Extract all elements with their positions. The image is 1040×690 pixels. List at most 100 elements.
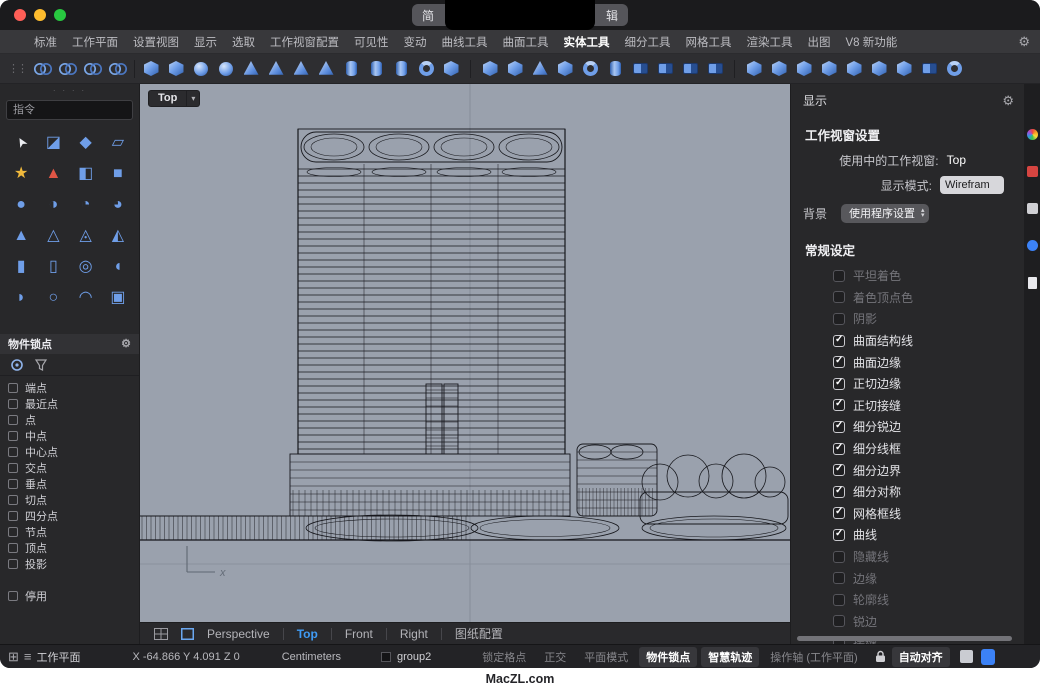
tab-细分工具[interactable]: 细分工具 xyxy=(625,34,671,50)
boolean-union-tool-icon[interactable] xyxy=(629,57,651,81)
quarter-sphere-icon[interactable]: ◔ xyxy=(70,190,102,219)
display-option-边缘[interactable]: 边缘 xyxy=(791,567,1024,589)
extrude-curve-tool-icon[interactable] xyxy=(479,57,501,81)
tube-tool-icon[interactable] xyxy=(365,57,387,81)
checkbox[interactable] xyxy=(8,447,18,457)
maximize-view-icon[interactable] xyxy=(181,628,194,640)
checkbox[interactable] xyxy=(833,615,845,627)
checkbox[interactable] xyxy=(8,543,18,553)
checkbox[interactable] xyxy=(8,527,18,537)
osnap-option-点[interactable]: 点 xyxy=(8,412,139,428)
tab-出图[interactable]: 出图 xyxy=(808,34,831,50)
twist-solid-tool-icon[interactable] xyxy=(943,57,965,81)
checkbox[interactable] xyxy=(833,270,845,282)
current-layer-label[interactable]: group2 xyxy=(397,651,431,663)
checkbox[interactable] xyxy=(833,421,845,433)
layer-color-swatch[interactable] xyxy=(381,652,391,662)
tab-网格工具[interactable]: 网格工具 xyxy=(686,34,732,50)
wire-cut-tool-icon[interactable] xyxy=(818,57,840,81)
viewport-top[interactable]: x Top ▾ xyxy=(140,84,790,622)
rail-revolve-tool-icon[interactable] xyxy=(579,57,601,81)
osnap-option-disable[interactable]: 停用 xyxy=(8,588,139,604)
cylinder-icon[interactable]: ▮ xyxy=(5,252,37,281)
display-option-正切边缘[interactable]: 正切边缘 xyxy=(791,373,1024,395)
tab-工作视窗配置[interactable]: 工作视窗配置 xyxy=(270,34,339,50)
viewport-tab-Top[interactable]: Top xyxy=(297,627,318,641)
checkbox[interactable] xyxy=(833,551,845,563)
viewport-tab-图纸配置[interactable]: 图纸配置 xyxy=(455,625,503,642)
tab-V8 新功能[interactable]: V8 新功能 xyxy=(846,34,898,50)
arc-left-icon[interactable]: ◖ xyxy=(102,252,134,281)
background-popup[interactable]: 使用程序设置 ▴▾ xyxy=(841,204,929,223)
cplane-icon[interactable]: ▱ xyxy=(102,128,134,157)
display-option-正切接缝[interactable]: 正切接缝 xyxy=(791,395,1024,417)
extract-surface-tool-icon[interactable] xyxy=(868,57,890,81)
points-on-icon[interactable]: ◪ xyxy=(37,128,69,157)
tab-工作平面[interactable]: 工作平面 xyxy=(72,34,118,50)
list-icon[interactable]: ≡ xyxy=(24,650,32,663)
linked-rings-icon-3[interactable] xyxy=(82,57,104,81)
torus-tool-icon[interactable] xyxy=(415,57,437,81)
linked-rings-icon-2[interactable] xyxy=(57,57,79,81)
checkbox[interactable] xyxy=(8,559,18,569)
zoom-button[interactable] xyxy=(54,9,66,21)
sphere-icon[interactable]: ● xyxy=(5,190,37,219)
checkbox[interactable] xyxy=(833,399,845,411)
spark-icon[interactable]: ▲ xyxy=(37,159,69,188)
torus-icon[interactable]: ◎ xyxy=(70,252,102,281)
checkbox[interactable] xyxy=(833,594,845,606)
display-option-网格框线[interactable]: 网格框线 xyxy=(791,503,1024,525)
tab-曲面工具[interactable]: 曲面工具 xyxy=(503,34,549,50)
cap-holes-tool-icon[interactable] xyxy=(604,57,626,81)
osnap-option-四分点[interactable]: 四分点 xyxy=(8,508,139,524)
display-option-曲面结构线[interactable]: 曲面结构线 xyxy=(791,330,1024,352)
display-mode-button[interactable]: Wirefram xyxy=(940,176,1004,194)
status-toggle-物件锁点[interactable]: 物件锁点 xyxy=(639,647,697,667)
display-option-平坦着色[interactable]: 平坦着色 xyxy=(791,265,1024,287)
checkbox[interactable] xyxy=(833,486,845,498)
status-toggle-智慧轨迹[interactable]: 智慧轨迹 xyxy=(701,647,759,667)
checkbox[interactable] xyxy=(8,463,18,473)
tab-变动[interactable]: 变动 xyxy=(404,34,427,50)
display-option-阴影[interactable]: 阴影 xyxy=(791,308,1024,330)
osnap-option-顶点[interactable]: 顶点 xyxy=(8,540,139,556)
checkbox[interactable] xyxy=(8,591,18,601)
three-quarter-sphere-icon[interactable]: ◕ xyxy=(102,190,134,219)
display-panel-gear-icon[interactable]: ⚙ xyxy=(1002,94,1014,107)
command-input[interactable]: 指令 xyxy=(6,100,133,120)
checkbox[interactable] xyxy=(833,572,845,584)
chamfer-edge-tool-icon[interactable] xyxy=(768,57,790,81)
layers-panel-tab-icon[interactable] xyxy=(1027,203,1038,214)
materials-panel-tab-icon[interactable] xyxy=(1027,166,1038,177)
hemisphere-icon[interactable]: ◑ xyxy=(37,190,69,219)
toolbar-grip-icon[interactable]: ⋮⋮ xyxy=(8,62,26,75)
osnap-option-节点[interactable]: 节点 xyxy=(8,524,139,540)
move-face-tool-icon[interactable] xyxy=(843,57,865,81)
explode-icon[interactable]: ★ xyxy=(5,159,37,188)
checkbox[interactable] xyxy=(833,335,845,347)
viewport-tab-Perspective[interactable]: Perspective xyxy=(207,627,270,641)
osnap-option-中心点[interactable]: 中心点 xyxy=(8,444,139,460)
osnap-option-端点[interactable]: 端点 xyxy=(8,380,139,396)
help-panel-tab-icon[interactable] xyxy=(1027,240,1038,251)
checkbox[interactable] xyxy=(8,399,18,409)
snap-icon[interactable] xyxy=(10,358,24,372)
box-icon[interactable]: ■ xyxy=(102,159,134,188)
slab-tool-icon[interactable] xyxy=(440,57,462,81)
boolean-intersection-tool-icon[interactable] xyxy=(679,57,701,81)
minimize-button[interactable] xyxy=(34,9,46,21)
display-option-细分线框[interactable]: 细分线框 xyxy=(791,438,1024,460)
checkbox[interactable] xyxy=(8,479,18,489)
tab-可见性[interactable]: 可见性 xyxy=(354,34,389,50)
status-toggle-操作轴 (工作平面)[interactable]: 操作轴 (工作平面) xyxy=(763,647,864,667)
solid-control-points-tool-icon[interactable] xyxy=(893,57,915,81)
clipped-status-icon[interactable] xyxy=(981,649,995,665)
status-extra-icon[interactable] xyxy=(960,650,973,663)
pyramid-icon[interactable]: ◭ xyxy=(102,221,134,250)
box-tool-icon[interactable] xyxy=(140,57,162,81)
sphere-tool-icon[interactable] xyxy=(190,57,212,81)
checkbox[interactable] xyxy=(833,529,845,541)
notes-panel-tab-icon[interactable] xyxy=(1028,277,1037,289)
osnap-option-最近点[interactable]: 最近点 xyxy=(8,396,139,412)
boolean-difference-tool-icon[interactable] xyxy=(654,57,676,81)
